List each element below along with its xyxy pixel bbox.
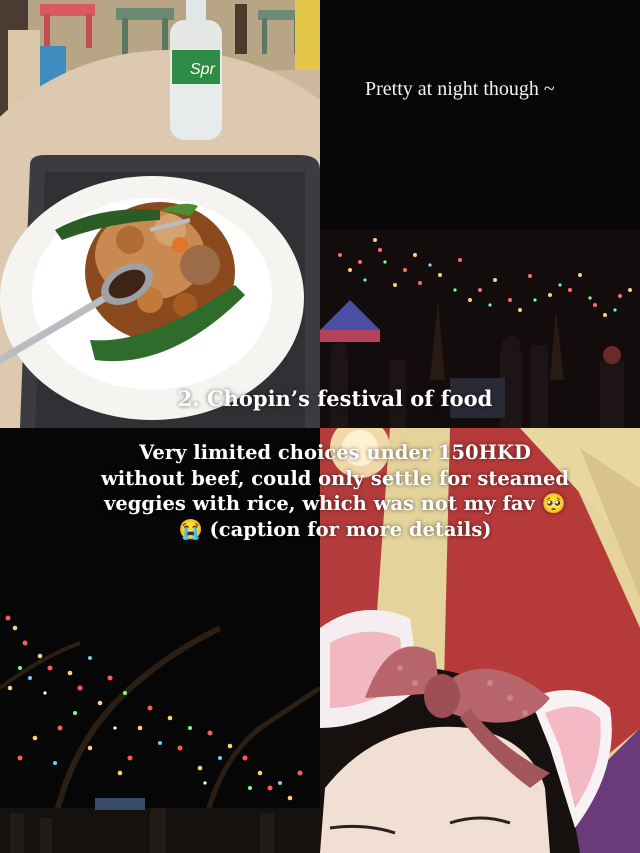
night-lights-illustration (320, 0, 640, 428)
food-photo: Spr (0, 0, 320, 428)
food-photo-illustration: Spr (0, 0, 320, 428)
main-caption: Very limited choices under 150HKD withou… (100, 441, 570, 541)
photo-collage: Spr Pretty at night though ~ 2. Chopin’s… (0, 0, 640, 853)
night-caption: Pretty at night though ~ (365, 78, 555, 100)
night-lights-photo: Pretty at night though ~ (320, 0, 640, 428)
section-title: 2. Chopin’s festival of food (177, 386, 493, 411)
bottle-label: Spr (190, 61, 216, 78)
